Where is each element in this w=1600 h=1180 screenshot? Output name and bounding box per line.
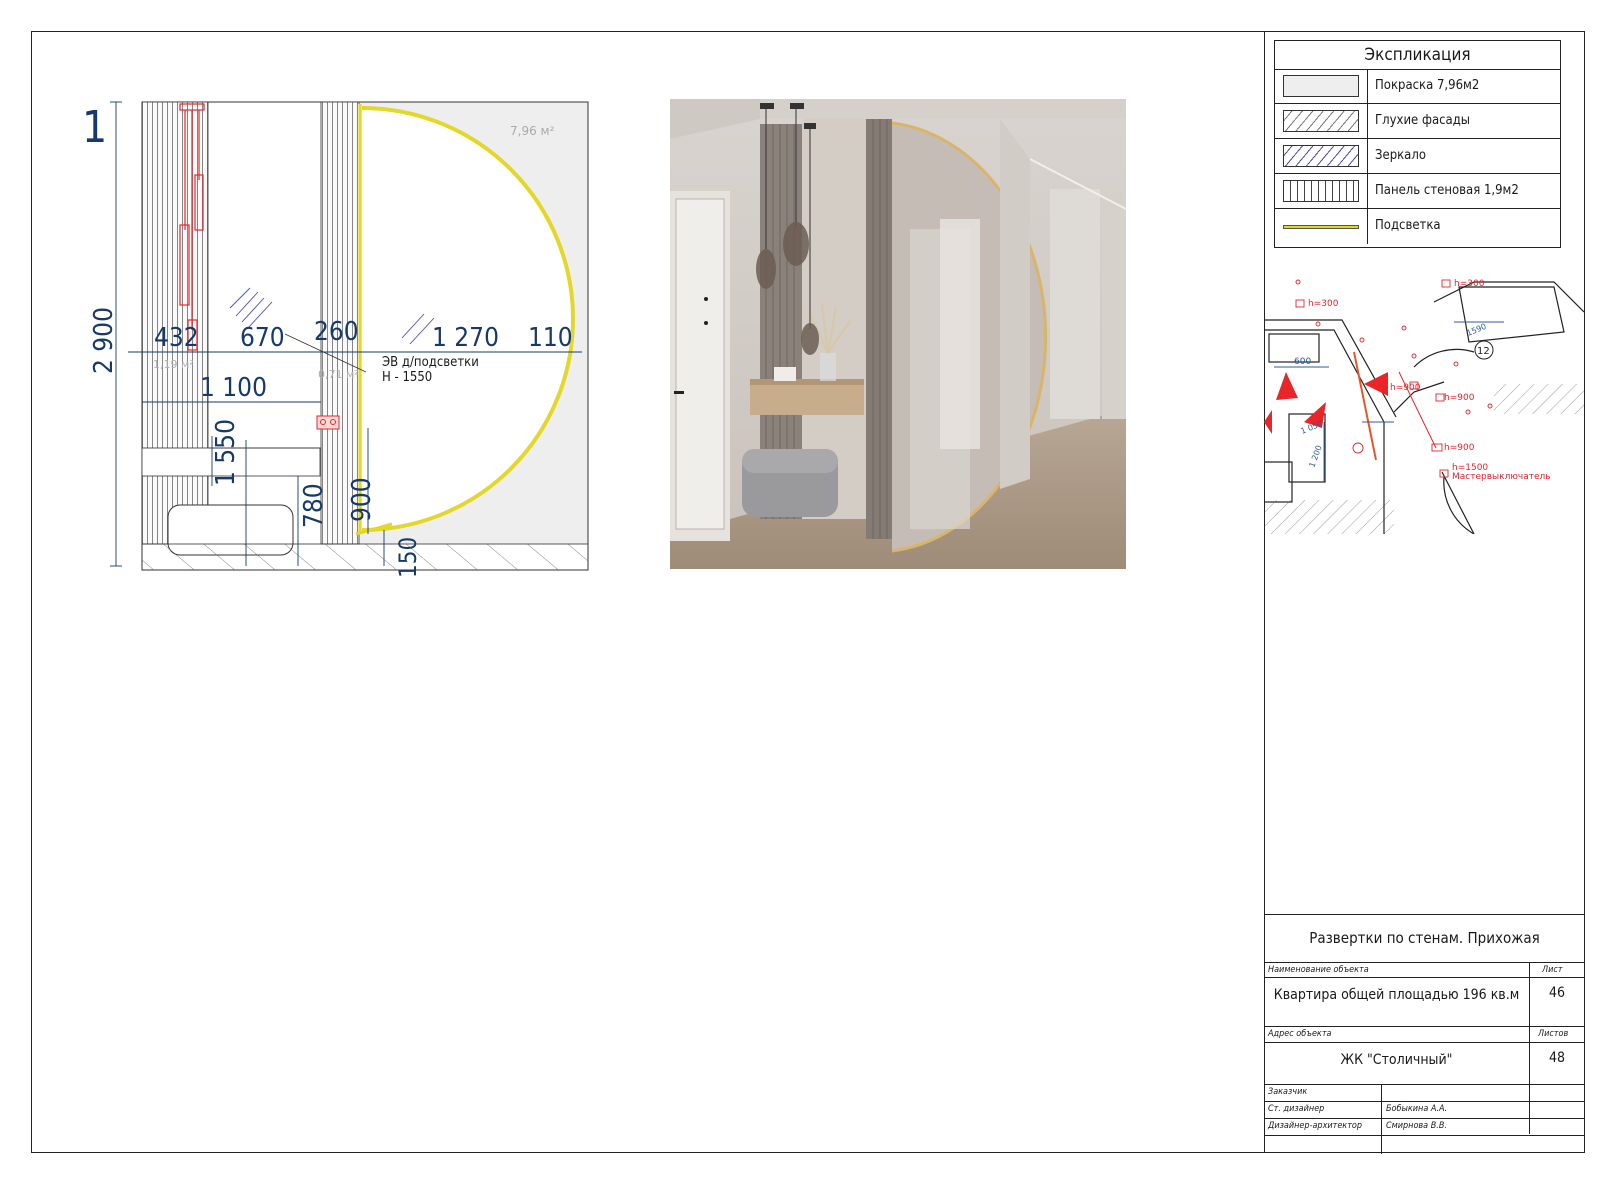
legend-row-paint: Покраска 7,96м2 — [1275, 69, 1560, 104]
wall-elevation-drawing: 1 2 900 432 670 260 1 270 110 1 100 1 55… — [82, 101, 589, 578]
keyplan-label-h300-b: h=300 — [1454, 279, 1485, 289]
area-left-label: 1,19 м² — [153, 358, 194, 371]
sheet-number-value: 46 — [1548, 985, 1566, 1001]
legend-title: Экспликация — [1275, 41, 1560, 70]
title-block: Развертки по стенам. Прихожая Наименован… — [1264, 914, 1585, 1154]
blue-hatch-swatch — [1283, 145, 1359, 167]
dim-900: 900 — [347, 477, 377, 522]
area-mid-label: 0,71 м² — [318, 368, 359, 381]
dim-1550: 1 550 — [211, 419, 241, 486]
dim-150: 150 — [394, 537, 422, 578]
dim-1100: 1 100 — [200, 373, 267, 403]
dim-670: 670 — [240, 323, 285, 353]
legend-row-blind-facades: Глухие фасады — [1275, 104, 1560, 139]
keyplan-label-master-switch: Мастервыключатель — [1452, 472, 1551, 482]
view-number: 1 — [82, 102, 107, 153]
legend-label-mirror: Зеркало — [1375, 148, 1426, 163]
legend-row-mirror: Зеркало — [1275, 139, 1560, 174]
senior-designer-label: Ст. дизайнер — [1268, 1104, 1325, 1114]
dim-780: 780 — [299, 483, 329, 528]
backlight-swatch — [1283, 225, 1359, 229]
dim-432: 432 — [154, 323, 199, 353]
panel-swatch — [1283, 180, 1359, 202]
explication-legend: Экспликация Покраска 7,96м2 Глухие фасад… — [1274, 40, 1561, 248]
legend-label-paint: Покраска 7,96м2 — [1375, 78, 1480, 93]
senior-designer-value: Бобыкина А.А. — [1386, 1104, 1448, 1114]
object-name-value: Квартира общей площадью 196 кв.м — [1273, 987, 1520, 1003]
floor-hatch — [141, 543, 589, 571]
keyplan-room-number: 12 — [1477, 346, 1490, 357]
sheets-total-label: Листов — [1538, 1029, 1569, 1039]
outlet-note-line2: H - 1550 — [382, 370, 432, 385]
gray-hatch-swatch — [1283, 110, 1359, 132]
dim-110: 110 — [528, 323, 573, 353]
interior-render-image — [670, 99, 1126, 569]
key-plan-fragment: h=300 h=300 h=900 h=900 h=900 h=1500 Мас… — [1264, 279, 1584, 534]
sheets-total-value: 48 — [1548, 1050, 1566, 1066]
sheet-title: Развертки по стенам. Прихожая — [1309, 929, 1540, 947]
keyplan-dim-1200: 1 200 — [1307, 444, 1323, 469]
legend-row-wall-panel: Панель стеновая 1,9м2 — [1275, 174, 1560, 209]
keyplan-dim-1590: 1590 — [1465, 322, 1487, 338]
designer-value: Смирнова В.В. — [1386, 1121, 1447, 1131]
keyplan-label-h300-a: h=300 — [1308, 299, 1339, 309]
address-value: ЖК "Столичный" — [1340, 1052, 1453, 1068]
outlet-note-line1: ЭВ д/подсветки — [382, 355, 479, 370]
keyplan-dim-600: 600 — [1294, 357, 1311, 367]
customer-label: Заказчик — [1268, 1087, 1308, 1097]
legend-label-backlight: Подсветка — [1375, 218, 1441, 233]
dim-height-total: 2 900 — [89, 307, 119, 374]
legend-label-wall-panel: Панель стеновая 1,9м2 — [1375, 183, 1519, 198]
legend-row-backlight: Подсветка — [1275, 209, 1560, 244]
paint-swatch — [1283, 75, 1359, 97]
designer-label: Дизайнер-архитектор — [1268, 1121, 1363, 1131]
area-main-label: 7,96 м² — [510, 124, 555, 138]
keyplan-label-h900-b: h=900 — [1444, 393, 1475, 403]
keyplan-label-h900-a: h=900 — [1390, 383, 1421, 393]
legend-label-blind-facades: Глухие фасады — [1375, 113, 1471, 128]
dim-260: 260 — [314, 317, 359, 347]
object-name-label: Наименование объекта — [1268, 965, 1369, 975]
address-label: Адрес объекта — [1268, 1029, 1332, 1039]
keyplan-label-h900-c: h=900 — [1444, 443, 1475, 453]
sheet-number-label: Лист — [1542, 965, 1563, 975]
dim-1270: 1 270 — [432, 323, 499, 353]
